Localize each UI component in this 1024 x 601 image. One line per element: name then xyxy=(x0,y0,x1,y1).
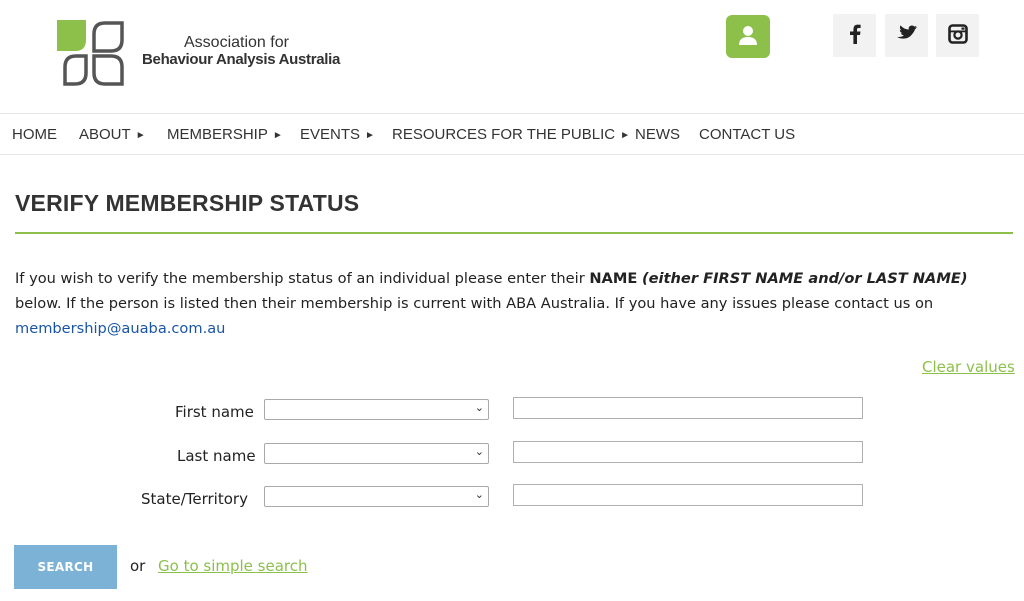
nav-item-label: CONTACT US xyxy=(699,126,796,143)
facebook-icon xyxy=(849,24,861,48)
user-login-button[interactable] xyxy=(726,15,770,58)
nav-item-label: ABOUT xyxy=(79,126,131,143)
instagram-icon xyxy=(947,23,968,48)
site-header: Association for Behaviour Analysis Austr… xyxy=(0,0,1024,113)
intro-text-1: If you wish to verify the membership sta… xyxy=(15,270,590,287)
twitter-icon xyxy=(896,25,917,46)
page-title: VERIFY MEMBERSHIP STATUS xyxy=(15,190,360,216)
state-territory-label: State/Territory xyxy=(141,490,248,508)
brand-name-line2: Behaviour Analysis Australia xyxy=(142,51,341,68)
twitter-button[interactable] xyxy=(885,14,928,57)
triangle-right-icon: ► xyxy=(620,130,631,141)
nav-item-news[interactable]: NEWS xyxy=(635,126,680,143)
nav-item-label: NEWS xyxy=(635,126,680,143)
logo-icon[interactable] xyxy=(54,18,126,88)
triangle-right-icon: ► xyxy=(272,130,283,141)
user-icon xyxy=(737,24,759,50)
first-name-field[interactable] xyxy=(513,397,863,419)
chevron-down-icon: ⌄ xyxy=(474,401,484,414)
last-name-operator-select[interactable]: ⌄ xyxy=(264,443,489,464)
nav-item-label: EVENTS xyxy=(300,126,361,143)
intro-name-emphasis: NAME xyxy=(589,270,638,287)
last-name-field[interactable] xyxy=(513,441,863,463)
nav-item-membership[interactable]: MEMBERSHIP ► xyxy=(167,126,283,143)
intro-name-hint: (either FIRST NAME and/or LAST NAME) xyxy=(641,270,968,287)
triangle-right-icon: ► xyxy=(365,130,375,141)
main-navigation: HOME ABOUT ► MEMBERSHIP ► EVENTS ► RESOURCE… xyxy=(0,113,1024,155)
chevron-down-icon: ⌄ xyxy=(474,488,484,501)
facebook-button[interactable] xyxy=(833,14,876,57)
nav-item-label: RESOURCES FOR THE PUBLIC xyxy=(392,126,616,143)
triangle-right-icon: ► xyxy=(135,130,146,141)
state-territory-operator-select[interactable]: ⌄ xyxy=(264,486,489,507)
first-name-operator-select[interactable]: ⌄ xyxy=(264,399,489,420)
nav-item-about[interactable]: ABOUT ► xyxy=(79,126,146,143)
or-separator: or xyxy=(130,557,146,575)
state-territory-field[interactable] xyxy=(513,484,863,506)
search-button[interactable]: SEARCH xyxy=(14,545,117,589)
title-divider xyxy=(15,232,1013,234)
nav-item-home[interactable]: HOME xyxy=(12,126,57,143)
last-name-label: Last name xyxy=(177,447,256,465)
brand-name-line1: Association for xyxy=(184,34,289,51)
membership-email-link[interactable]: membership@auaba.com.au xyxy=(15,320,225,337)
simple-search-link[interactable]: Go to simple search xyxy=(158,557,308,575)
nav-item-label: MEMBERSHIP xyxy=(167,126,268,143)
intro-text-2: below. If the person is listed then thei… xyxy=(15,295,934,312)
nav-item-resources[interactable]: RESOURCES FOR THE PUBLIC ► xyxy=(392,126,630,143)
brand-name[interactable]: Association for Behaviour Analysis Austr… xyxy=(142,34,340,68)
instagram-button[interactable] xyxy=(936,14,979,57)
first-name-label: First name xyxy=(175,403,254,421)
nav-item-events[interactable]: EVENTS ► xyxy=(300,126,375,143)
chevron-down-icon: ⌄ xyxy=(474,445,484,458)
clear-values-link[interactable]: Clear values xyxy=(922,358,1015,376)
nav-item-contact[interactable]: CONTACT US xyxy=(699,126,795,143)
nav-item-label: HOME xyxy=(12,126,57,143)
intro-paragraph: If you wish to verify the membership sta… xyxy=(15,266,1010,341)
